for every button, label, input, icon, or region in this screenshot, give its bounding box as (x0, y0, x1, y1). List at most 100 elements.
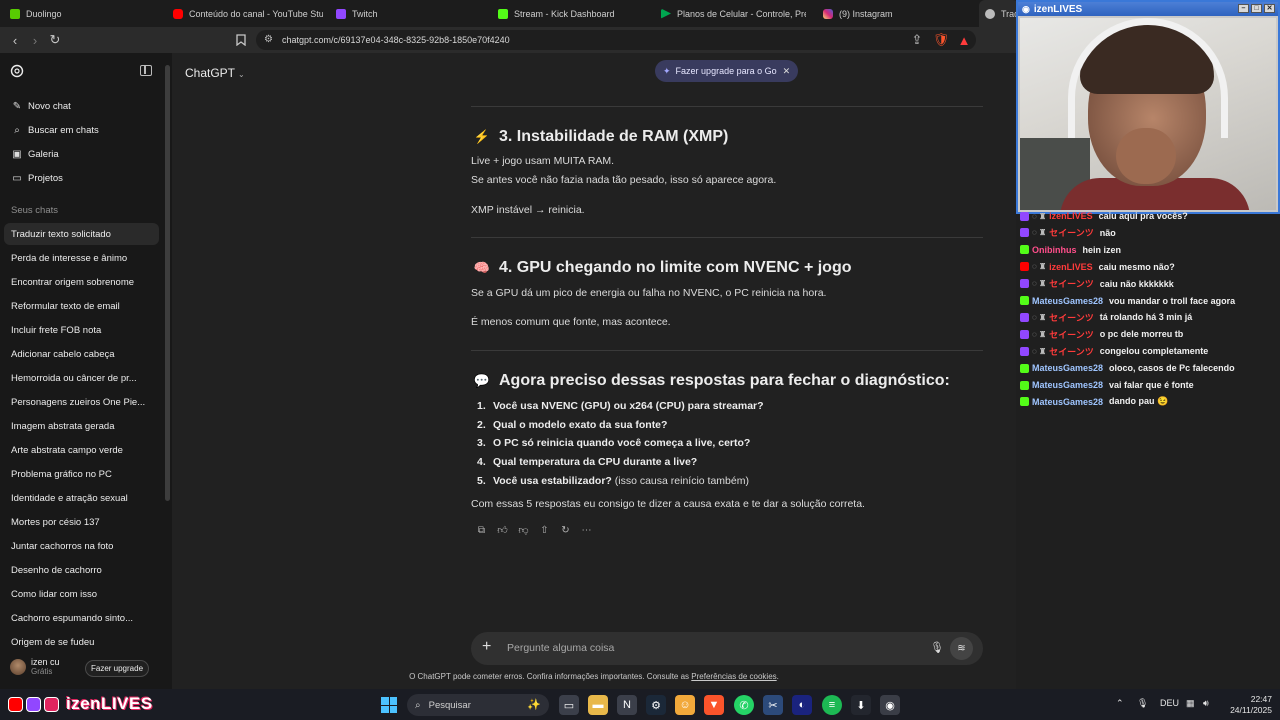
forward-icon[interactable]: › (27, 32, 43, 48)
kick-icon (1020, 245, 1029, 255)
chat-username[interactable]: izenLIVES (1049, 211, 1093, 221)
sidebar-chat-item[interactable]: Juntar cachorros na foto (4, 535, 159, 557)
download-icon[interactable]: ⬇ (851, 695, 871, 715)
tab-planos-celular[interactable]: Planos de Celular - Controle, Pré e P (661, 0, 806, 27)
composer: + Pergunte alguma coisa 🎙︎ ≋ (471, 632, 983, 665)
close-icon[interactable]: ✕ (783, 66, 791, 77)
task-view-icon[interactable]: ▭ (559, 695, 579, 715)
microphone-icon[interactable]: 🎙︎ (1137, 698, 1148, 709)
cookie-preferences-link[interactable]: Preferências de cookies (691, 672, 776, 681)
sidebar-chat-item[interactable]: Hemorroida ou câncer de pr... (4, 367, 159, 389)
capcut-icon[interactable]: ✂ (763, 695, 783, 715)
url-field[interactable]: ⚙ chatgpt.com/c/69137e04-348c-8325-92b8-… (256, 30, 976, 50)
chat-username[interactable]: MateusGames28 (1032, 363, 1103, 373)
divider (471, 237, 983, 238)
chat-username[interactable]: セイーンツ (1049, 328, 1094, 341)
new-chat-button[interactable]: ✎ Novo chat (11, 98, 71, 114)
bookmark-icon[interactable] (233, 32, 249, 48)
sidebar-chat-item[interactable]: Reformular texto de email (4, 295, 159, 317)
maximize-icon[interactable]: □ (1251, 4, 1262, 13)
instagram-icon (823, 8, 833, 19)
tab-active[interactable]: Trad (979, 0, 1019, 27)
tab-twitch[interactable]: Twitch (336, 0, 486, 27)
chat-username[interactable]: Onibinhus (1032, 245, 1077, 255)
chat-username[interactable]: izenLIVES (1049, 262, 1093, 272)
copy-icon[interactable]: ⧉ (471, 523, 492, 537)
sidebar-chat-item[interactable]: Arte abstrata campo verde (4, 439, 159, 461)
upgrade-button[interactable]: Fazer upgrade (85, 660, 149, 677)
microphone-icon[interactable]: 🎙︎ (930, 641, 944, 654)
brave-shield-icon[interactable]: 🛡 (933, 32, 950, 48)
app-icon[interactable]: ◐ (792, 695, 812, 715)
tab-youtube-studio[interactable]: Conteúdo do canal - YouTube Studio (173, 0, 323, 27)
sidebar-chat-item[interactable]: Cachorro espumando sinto... (4, 607, 159, 629)
share-icon[interactable]: ⇧ (534, 523, 555, 537)
sidebar-chat-item[interactable]: Traduzir texto solicitado (4, 223, 159, 245)
regenerate-icon[interactable]: ↻ (555, 523, 576, 537)
plus-icon[interactable]: + (482, 638, 491, 656)
network-icon[interactable]: ▦ (1186, 698, 1195, 709)
close-icon[interactable]: ✕ (1264, 4, 1275, 13)
steam-icon[interactable]: ⚙ (646, 695, 666, 715)
brave-icon[interactable]: ▼ (704, 695, 724, 715)
chat-username[interactable]: MateusGames28 (1032, 397, 1103, 407)
site-settings-icon[interactable]: ⚙ (264, 34, 273, 45)
sidebar-chat-item[interactable]: Encontrar origem sobrenome (4, 271, 159, 293)
sidebar-chat-item[interactable]: Como lidar com isso (4, 583, 159, 605)
brave-rewards-icon[interactable]: ▲ (956, 32, 972, 48)
windows-start-icon[interactable] (381, 697, 397, 713)
sidebar-chat-item[interactable]: Incluir frete FOB nota (4, 319, 159, 341)
discord-icon[interactable]: ☺ (675, 695, 695, 715)
openai-logo-icon[interactable] (10, 64, 25, 79)
tab-instagram[interactable]: (9) Instagram (823, 0, 973, 27)
gallery-icon: ▣ (12, 148, 22, 160)
chat-username[interactable]: MateusGames28 (1032, 380, 1103, 390)
upgrade-promo-pill[interactable]: ✦ Fazer upgrade para o Go ✕ (655, 60, 799, 82)
whatsapp-icon[interactable]: ✆ (734, 695, 754, 715)
reload-icon[interactable]: ↻ (47, 32, 63, 48)
user-menu[interactable]: izen cu Grátis (10, 657, 60, 676)
chat-username[interactable]: セイーンツ (1049, 345, 1094, 358)
voice-mode-icon[interactable]: ≋ (950, 637, 973, 660)
chat-username[interactable]: セイーンツ (1049, 277, 1094, 290)
chat-message: ◌ ♜ izenLIVES caiu mesmo não? (1020, 259, 1175, 275)
sidebar-chat-item[interactable]: Mortes por césio 137 (4, 511, 159, 533)
spotify-icon[interactable]: ≡ (822, 695, 842, 715)
chevron-up-icon[interactable]: ⌃ (1116, 698, 1124, 709)
tab-duolingo[interactable]: Duolingo (10, 0, 160, 27)
search-label: Pesquisar (428, 699, 471, 711)
sidebar-toggle-icon[interactable] (140, 65, 152, 76)
keyboard-language[interactable]: DEU (1160, 698, 1179, 708)
prompt-input[interactable]: Pergunte alguma coisa (507, 642, 614, 654)
chat-username[interactable]: セイーンツ (1049, 311, 1094, 324)
sidebar-chat-item[interactable]: Imagem abstrata gerada (4, 415, 159, 437)
volume-icon[interactable]: 🔊︎ (1203, 698, 1209, 709)
more-icon[interactable]: ⋯ (576, 523, 597, 537)
sidebar-chat-item[interactable]: Origem de se fudeu (4, 631, 159, 653)
thumbs-down-icon[interactable]: 👎︎ (513, 523, 534, 537)
share-icon[interactable]: ⇪ (909, 32, 925, 48)
chat-username[interactable]: セイーンツ (1049, 226, 1094, 239)
tab-kick[interactable]: Stream - Kick Dashboard (498, 0, 648, 27)
sidebar-scrollbar[interactable] (165, 65, 170, 501)
model-selector[interactable]: ChatGPT ⌄ (185, 66, 245, 80)
thumbs-up-icon[interactable]: 👍︎ (492, 523, 513, 537)
search-chats-button[interactable]: ⌕ Buscar em chats (11, 122, 99, 138)
obs-icon[interactable]: ◉ (880, 695, 900, 715)
sidebar-chat-item[interactable]: Adicionar cabelo cabeça (4, 343, 159, 365)
file-explorer-icon[interactable]: ▬ (588, 695, 608, 715)
sidebar-chat-item[interactable]: Personagens zueiros One Pie... (4, 391, 159, 413)
sidebar-chat-item[interactable]: Perda de interesse e ânimo (4, 247, 159, 269)
sidebar-chat-item[interactable]: Problema gráfico no PC (4, 463, 159, 485)
gallery-button[interactable]: ▣ Galeria (11, 146, 58, 162)
minimize-icon[interactable]: – (1238, 4, 1249, 13)
sidebar-chat-item[interactable]: Identidade e atração sexual (4, 487, 159, 509)
chat-username[interactable]: MateusGames28 (1032, 296, 1103, 306)
taskbar-search[interactable]: ⌕ Pesquisar ✨ (407, 694, 549, 716)
paragraph: Com essas 5 respostas eu consigo te dize… (471, 498, 865, 510)
back-icon[interactable]: ‹ (7, 32, 23, 48)
notion-icon[interactable]: N (617, 695, 637, 715)
projects-button[interactable]: ▭ Projetos (11, 170, 63, 186)
clock[interactable]: 22:47 24/11/2025 (1220, 694, 1272, 716)
sidebar-chat-item[interactable]: Desenho de cachorro (4, 559, 159, 581)
